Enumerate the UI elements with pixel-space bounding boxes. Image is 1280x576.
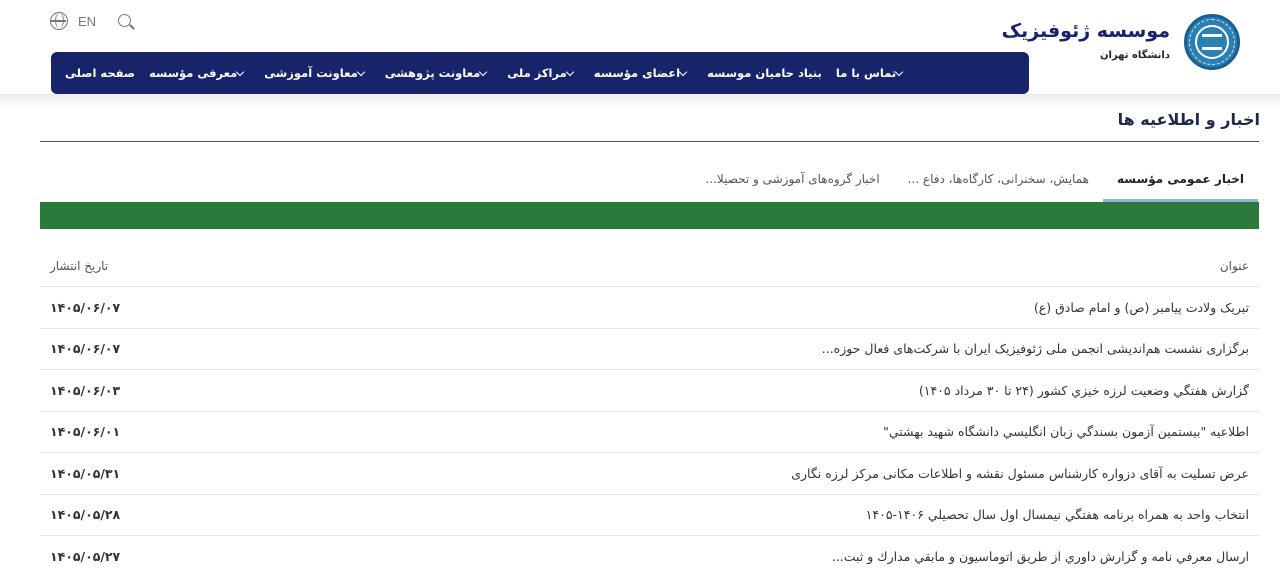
language-switcher[interactable]: EN — [50, 12, 96, 30]
tab-conferences[interactable]: همایش، سخنرانی، کارگاه‌ها، دفاع ... — [894, 160, 1103, 202]
nav-item-label: معاونت آموزشی — [264, 66, 358, 80]
news-date: ۱۴۰۵/۰۵/۳۱ — [50, 465, 121, 481]
news-table: عنوان تاریخ انتشار تبریک ولادت پیامبر (ص… — [40, 246, 1259, 576]
nav-item-contact[interactable]: تماس با ما — [836, 66, 909, 80]
news-title-link[interactable]: عرض تسلیت به آقای دزواره کارشناس مسئول ن… — [791, 453, 1249, 494]
chevron-down-icon — [565, 67, 574, 76]
university-logo[interactable] — [1184, 14, 1240, 70]
nav-item-national-centers[interactable]: مراکز ملی — [507, 66, 580, 80]
news-title-link[interactable]: گزارش هفتگي وضعيت لرزه خيزي كشور (۲۴ تا … — [919, 370, 1249, 411]
news-title-link[interactable]: ارسال معرفي نامه و گزارش داوري از طريق ا… — [832, 536, 1249, 576]
nav-item-education[interactable]: معاونت آموزشی — [264, 66, 370, 80]
header-shadow — [0, 94, 1280, 108]
chevron-down-icon — [678, 67, 688, 76]
nav-item-about[interactable]: معرفی مؤسسه — [149, 66, 250, 80]
table-row: برگزاری نشست هم‌اندیشی انجمن ملی ژئوفیزی… — [40, 329, 1259, 370]
brand-title[interactable]: موسسه ژئوفیزیک — [1002, 20, 1170, 42]
section-divider — [40, 141, 1259, 142]
column-header-title: عنوان — [1219, 259, 1249, 273]
nav-item-foundation[interactable]: بنیاد حامیان موسسه — [707, 66, 822, 80]
globe-icon — [50, 12, 68, 30]
tab-general-news[interactable]: اخبار عمومی مؤسسه — [1102, 160, 1258, 202]
news-title-link[interactable]: برگزاری نشست هم‌اندیشی انجمن ملی ژئوفیزی… — [822, 329, 1249, 370]
tab-content-banner — [40, 202, 1259, 229]
table-row: تبریک ولادت پیامبر (ص) و امام صادق (ع) ۱… — [40, 287, 1259, 329]
nav-item-research[interactable]: معاونت پژوهشی — [385, 66, 494, 80]
section-title: اخبار و اطلاعیه ها — [1117, 110, 1260, 129]
column-header-date: تاریخ انتشار — [50, 259, 109, 273]
news-title-link[interactable]: انتخاب واحد به همراه برنامه هفتگي نيمسال… — [866, 495, 1249, 536]
site-header: موسسه ژئوفیزیک دانشگاه تهران EN صفحه اصل… — [0, 0, 1280, 94]
nav-item-label: تماس با ما — [835, 66, 897, 80]
news-date: ۱۴۰۵/۰۶/۰۷ — [50, 341, 121, 357]
nav-item-label: مراکز ملی — [507, 66, 567, 80]
tab-department-news[interactable]: اخبار گروه‌های آموزشی و تحصیلا... — [691, 160, 893, 202]
language-label[interactable]: EN — [78, 14, 96, 29]
news-date: ۱۴۰۵/۰۶/۰۳ — [50, 382, 121, 398]
nav-item-label: معرفی مؤسسه — [149, 66, 238, 80]
search-icon[interactable] — [118, 14, 135, 30]
nav-item-label: بنیاد حامیان موسسه — [707, 66, 822, 80]
nav-item-label: اعضای مؤسسه — [593, 66, 681, 80]
news-date: ۱۴۰۵/۰۶/۰۷ — [50, 299, 121, 315]
nav-item-label: معاونت پژوهشی — [384, 66, 481, 80]
chevron-down-icon — [478, 67, 488, 76]
chevron-down-icon — [894, 67, 904, 76]
table-row: گزارش هفتگي وضعيت لرزه خيزي كشور (۲۴ تا … — [40, 370, 1259, 412]
news-date: ۱۴۰۵/۰۵/۲۸ — [50, 507, 121, 523]
nav-item-home[interactable]: صفحه اصلی — [65, 66, 135, 80]
university-seal-icon — [1184, 14, 1240, 70]
nav-item-label: صفحه اصلی — [65, 66, 136, 80]
table-row: اطلاعيه "بيستمين آزمون بسندگي زبان انگلي… — [40, 412, 1259, 453]
table-row: عرض تسلیت به آقای دزواره کارشناس مسئول ن… — [40, 453, 1259, 495]
news-date: ۱۴۰۵/۰۶/۰۱ — [50, 424, 121, 440]
chevron-down-icon — [236, 67, 245, 76]
nav-item-members[interactable]: اعضای مؤسسه — [594, 66, 693, 80]
news-date: ۱۴۰۵/۰۵/۲۷ — [50, 548, 121, 564]
news-tabs: اخبار عمومی مؤسسه همایش، سخنرانی، کارگاه… — [691, 160, 1258, 202]
table-header-row: عنوان تاریخ انتشار — [40, 246, 1259, 287]
table-row: ارسال معرفي نامه و گزارش داوري از طريق ا… — [40, 536, 1259, 576]
table-row: انتخاب واحد به همراه برنامه هفتگي نيمسال… — [40, 495, 1259, 536]
main-nav: صفحه اصلی معرفی مؤسسه معاونت آموزشی معاو… — [51, 52, 1029, 94]
news-title-link[interactable]: اطلاعيه "بيستمين آزمون بسندگي زبان انگلي… — [883, 412, 1249, 453]
news-title-link[interactable]: تبریک ولادت پیامبر (ص) و امام صادق (ع) — [1034, 287, 1249, 328]
